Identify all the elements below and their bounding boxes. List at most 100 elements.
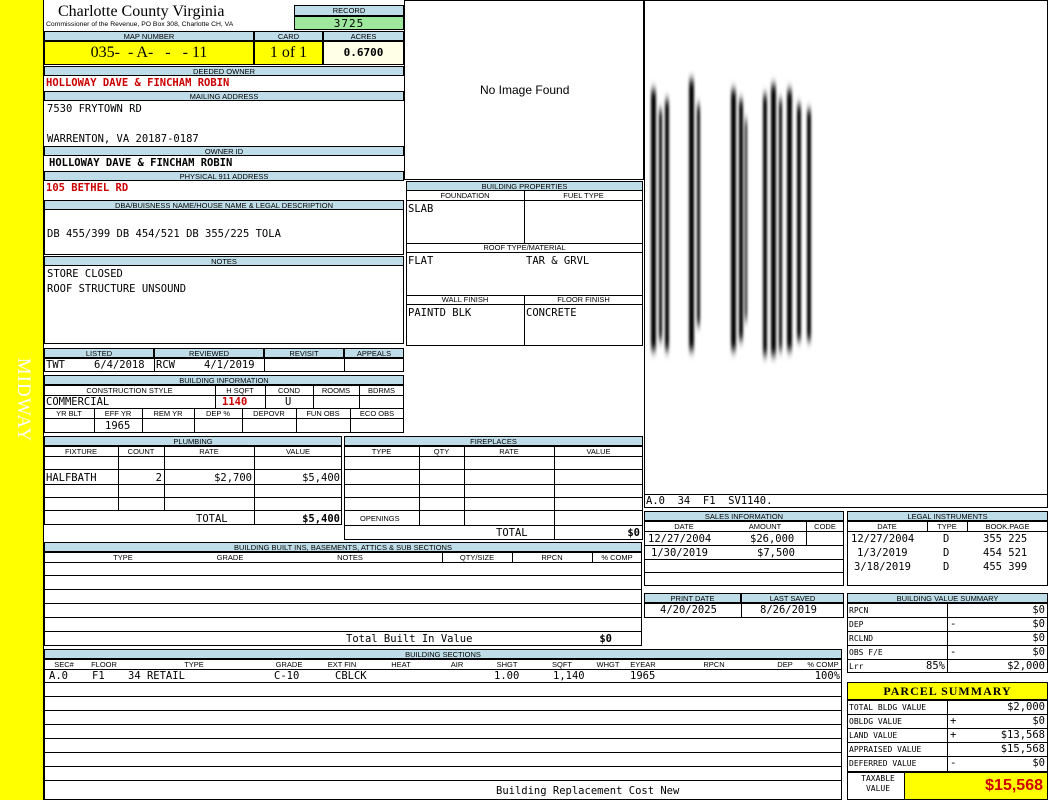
construction-style-value: COMMERCIAL — [46, 396, 110, 408]
owner-id-value: HOLLOWAY DAVE & FINCHAM ROBIN — [49, 157, 233, 169]
bdrms-label: BDRMS — [367, 386, 396, 395]
eff-yr-label: EFF YR — [104, 409, 132, 418]
sec-col-10: EYEAR — [630, 660, 656, 669]
card-label: CARD — [254, 31, 323, 41]
bvs-key-1: RPCN — [849, 606, 869, 615]
builtins-notes-label: NOTES — [337, 553, 363, 562]
plumbing-fixture: HALFBATH — [46, 472, 97, 484]
fp-value-label: VALUE — [586, 447, 611, 456]
legal-type-2: D — [943, 547, 950, 559]
physical-address-value: 105 BETHEL RD — [46, 182, 129, 194]
listed-date: 6/4/2018 — [94, 359, 145, 371]
dba-label: DBA/BUISNESS NAME/HOUSE NAME & LEGAL DES… — [44, 200, 404, 210]
plumbing-count: 2 — [155, 472, 162, 484]
bldg-info-label: BUILDING INFORMATION — [44, 375, 404, 385]
builtins-qty-label: QTY/SIZE — [459, 553, 495, 562]
roof-material-value: TAR & GRVL — [526, 255, 590, 267]
bvs-val-5: $2,000 — [1007, 660, 1045, 672]
county-subtitle: Commissioner of the Revenue, PO Box 308,… — [46, 21, 234, 28]
parcel-key-4: APPRAISED VALUE — [849, 745, 922, 754]
sec-col-6: AIR — [450, 660, 464, 669]
floor-finish-label: FLOOR FINISH — [557, 295, 610, 304]
bvs-key-3: RCLND — [849, 634, 874, 643]
value-label: VALUE — [285, 447, 311, 456]
legal-bp-3: 455 399 — [983, 561, 1028, 573]
sec-row-eyear: 1965 — [630, 670, 656, 682]
sec-row-sqft: 1,140 — [553, 670, 585, 682]
bvs-op-5: 85% — [926, 660, 945, 672]
openings-label: OPENINGS — [360, 514, 400, 523]
builtins-grade-label: GRADE — [216, 553, 244, 562]
dba-value: DB 455/399 DB 454/521 DB 355/225 TOLA — [47, 228, 281, 240]
fp-rate-label: RATE — [499, 447, 519, 456]
plumbing-value: $5,400 — [302, 472, 340, 484]
parcel-key-1: TOTAL BLDG VALUE — [849, 703, 927, 712]
fuel-type-label: FUEL TYPE — [563, 191, 604, 200]
mailing-line-1: 7530 FRYTOWN RD — [47, 103, 142, 115]
sec-row-pcomp: 100% — [814, 670, 840, 682]
plumbing-total: $5,400 — [302, 513, 340, 525]
sec-col-4: EXT FIN — [327, 660, 357, 669]
acres-value: 0.6700 — [323, 41, 404, 65]
last-saved-label: LAST SAVED — [741, 593, 844, 603]
taxable-label: TAXABLE VALUE — [861, 774, 895, 793]
builtins-label: BUILDING BUILT INS, BASEMENTS, ATTICS & … — [44, 542, 642, 552]
legal-bp-2: 454 521 — [983, 547, 1028, 559]
eco-obs-label: ECO OBS — [359, 409, 395, 418]
sales-date-label: DATE — [674, 522, 694, 531]
owner-id-label: OWNER ID — [44, 146, 404, 156]
sales-label: SALES INFORMATION — [644, 511, 844, 521]
last-saved-value: 8/26/2019 — [760, 604, 817, 616]
no-image-text: No Image Found — [480, 83, 570, 97]
deeded-owner-value: HOLLOWAY DAVE & FINCHAM ROBIN — [46, 77, 230, 89]
listed-label: LISTED — [44, 348, 154, 358]
legal-type-3: D — [943, 561, 950, 573]
rem-yr-label: REM YR — [153, 409, 183, 418]
parcel-key-5: DEFERRED VALUE — [849, 759, 917, 768]
parcel-val-2: $0 — [1032, 715, 1045, 727]
reviewed-label: REVIEWED — [154, 348, 264, 358]
appeals-label: APPEALS — [344, 348, 404, 358]
sec-col-9: WHGT — [596, 660, 620, 669]
hsqft-label: H SQFT — [226, 386, 254, 395]
legal-type-1: D — [943, 533, 950, 545]
sale-date-1: 12/27/2004 — [648, 533, 712, 545]
sec-col-12: DEP — [777, 660, 793, 669]
sales-amount-label: AMOUNT — [748, 522, 782, 531]
sale-date-2: 1/30/2019 — [651, 547, 708, 559]
builtins-type-label: TYPE — [113, 553, 133, 562]
bvs-label: BUILDING VALUE SUMMARY — [847, 593, 1048, 603]
sec-row-type: 34 RETAIL — [128, 670, 185, 682]
revisit-label: REVISIT — [264, 348, 344, 358]
yr-blt-label: YR BLT — [56, 409, 82, 418]
sec-row-shgt: 1.00 — [494, 670, 520, 682]
sec-col-2: TYPE — [184, 660, 204, 669]
legal-date-3: 3/18/2019 — [854, 561, 911, 573]
plumbing-rate: $2,700 — [214, 472, 252, 484]
sections-footer: Building Replacement Cost New — [496, 785, 680, 797]
roof-type-value: FLAT — [408, 255, 434, 267]
reviewed-date: 4/1/2019 — [204, 359, 255, 371]
cond-label: COND — [277, 386, 301, 395]
bvs-val-4: $0 — [1032, 646, 1045, 658]
legal-date-label: DATE — [877, 522, 897, 531]
foundation-label: FOUNDATION — [440, 191, 490, 200]
sec-row-sec: A.0 — [49, 670, 68, 682]
parcel-key-2: OBLDG VALUE — [849, 717, 902, 726]
sec-row-floor: F1 — [92, 670, 105, 682]
rooms-label: ROOMS — [321, 386, 351, 395]
fp-type-label: TYPE — [371, 447, 392, 456]
fixture-label: FIXTURE — [64, 447, 98, 456]
eff-yr-value: 1965 — [105, 420, 131, 432]
notes-label: NOTES — [44, 256, 404, 266]
plumbing-total-label: TOTAL — [196, 513, 228, 525]
parcel-val-3: $13,568 — [1000, 729, 1045, 741]
bvs-val-1: $0 — [1032, 604, 1045, 616]
legal-label: LEGAL INSTRUMENTS — [847, 511, 1048, 521]
fp-total: $0 — [627, 527, 640, 539]
wall-finish-label: WALL FINISH — [441, 295, 489, 304]
builtins-total: $0 — [599, 633, 612, 645]
construction-style-label: CONSTRUCTION STYLE — [86, 386, 173, 395]
deeded-owner-label: DEEDED OWNER — [44, 66, 404, 76]
physical-address-label: PHYSICAL 911 ADDRESS — [44, 171, 404, 181]
